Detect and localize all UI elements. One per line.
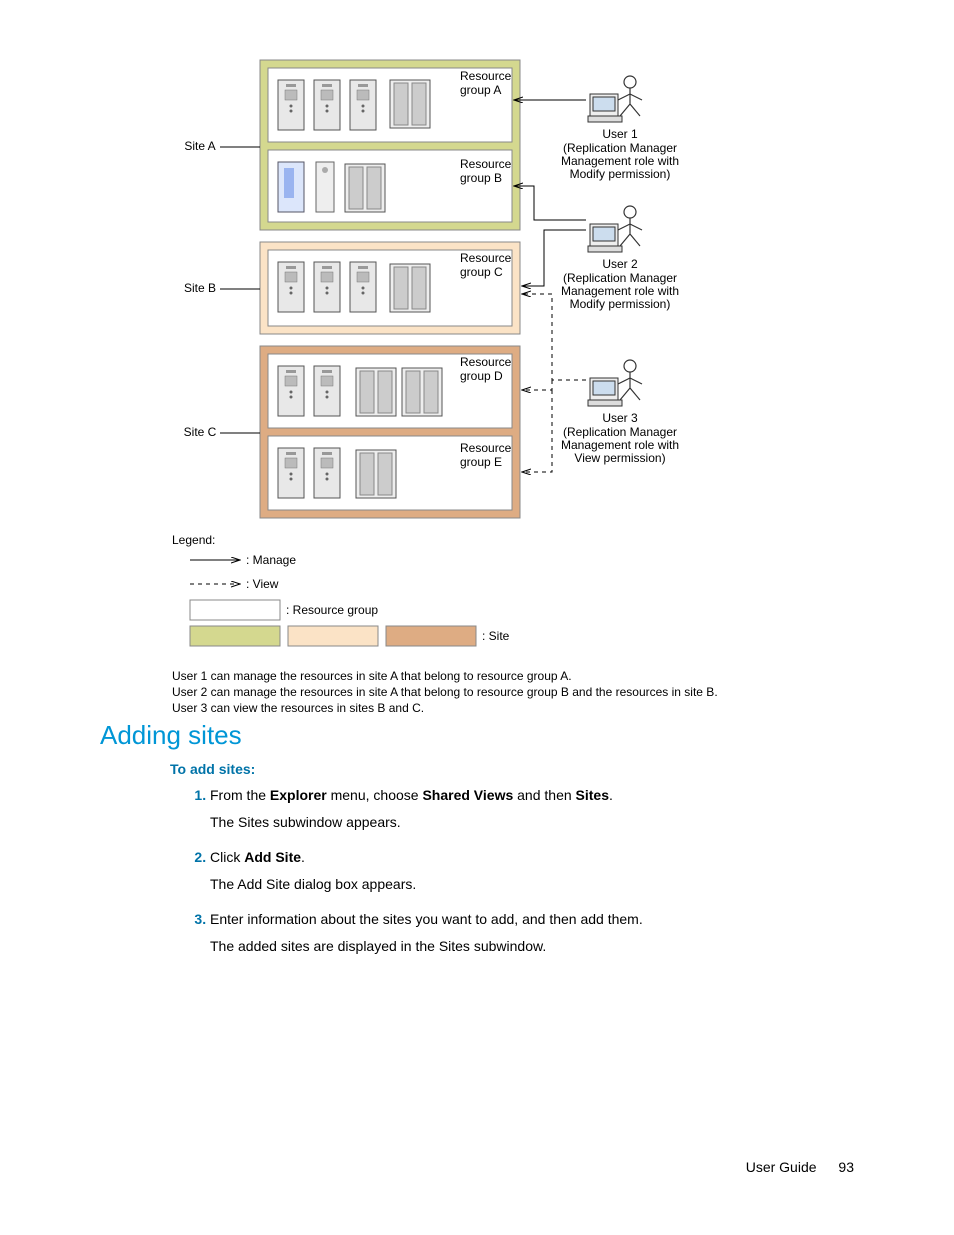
- step-3: Enter information about the sites you wa…: [210, 909, 874, 957]
- label-rg-a-1: Resource: [460, 69, 512, 83]
- user-2-icon: [588, 206, 642, 252]
- user-1-icon: [588, 76, 642, 122]
- label-rg-a-2: group A: [460, 83, 501, 97]
- footer-label: User Guide: [746, 1159, 817, 1175]
- legend-manage: : Manage: [246, 553, 296, 567]
- note-2: User 2 can manage the resources in site …: [172, 685, 718, 699]
- svg-text:(Replication ManagerManagement: (Replication ManagerManagement role with…: [561, 141, 679, 181]
- footer-page-number: 93: [838, 1159, 854, 1175]
- step-2: Click Add Site. The Add Site dialog box …: [210, 847, 874, 895]
- label-user-3: User 3: [602, 411, 638, 425]
- page-footer: User Guide 93: [746, 1159, 854, 1175]
- label-site-a: Site A: [184, 139, 215, 153]
- procedure-steps: From the Explorer menu, choose Shared Vi…: [170, 785, 874, 957]
- step-2-result: The Add Site dialog box appears.: [210, 874, 874, 895]
- svg-text:(Replication ManagerManagement: (Replication ManagerManagement role with…: [561, 271, 679, 311]
- legend-title: Legend:: [172, 533, 215, 547]
- note-3: User 3 can view the resources in sites B…: [172, 701, 424, 715]
- label-user-2: User 2: [602, 257, 638, 271]
- sites-diagram: Site A Site B Site C Resourcegroup A Res…: [100, 50, 874, 690]
- label-user-1: User 1: [602, 127, 638, 141]
- legend-view: : View: [246, 577, 279, 591]
- step-1: From the Explorer menu, choose Shared Vi…: [210, 785, 874, 833]
- label-site-c: Site C: [184, 425, 217, 439]
- legend-rg: : Resource group: [286, 603, 378, 617]
- step-1-result: The Sites subwindow appears.: [210, 812, 874, 833]
- note-1: User 1 can manage the resources in site …: [172, 669, 572, 683]
- section-subheading: To add sites:: [170, 761, 874, 777]
- label-site-b: Site B: [184, 281, 216, 295]
- step-3-result: The added sites are displayed in the Sit…: [210, 936, 874, 957]
- legend-site: : Site: [482, 629, 510, 643]
- user-3-icon: [588, 360, 642, 406]
- svg-text:(Replication ManagerManagement: (Replication ManagerManagement role with…: [561, 425, 679, 465]
